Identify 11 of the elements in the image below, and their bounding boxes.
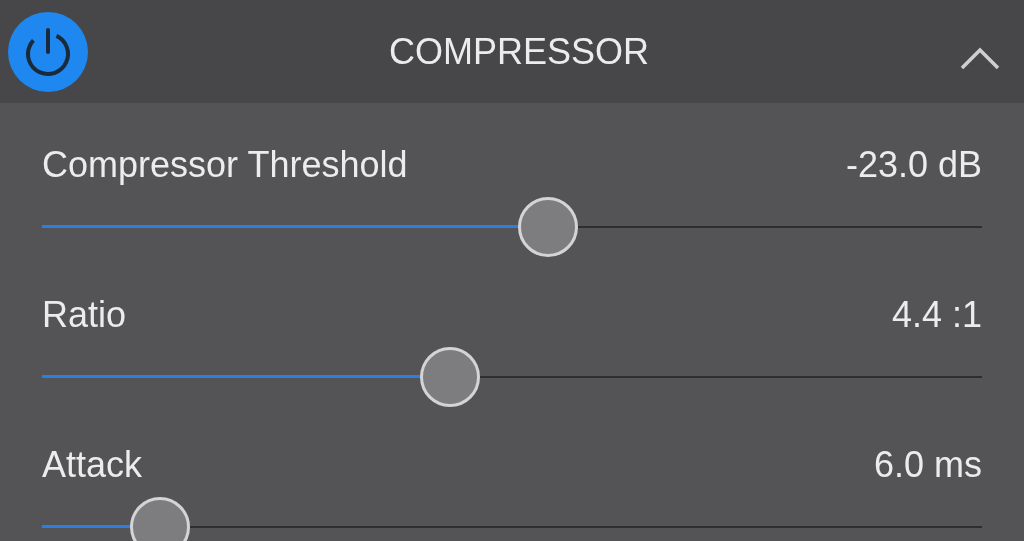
slider-thumb[interactable]: [130, 497, 191, 541]
panel-title: COMPRESSOR: [388, 31, 649, 72]
parameter-label: Compressor Threshold: [42, 145, 408, 185]
parameter-value: -23.0 dB: [845, 145, 982, 185]
parameter-label: Attack: [42, 445, 143, 485]
parameter-label: Ratio: [42, 295, 127, 335]
parameter-value: 4.4 :1: [891, 295, 982, 335]
slider[interactable]: [42, 345, 982, 409]
slider[interactable]: [42, 495, 982, 541]
slider[interactable]: [42, 195, 982, 259]
parameter-value: 6.0 ms: [873, 445, 982, 485]
